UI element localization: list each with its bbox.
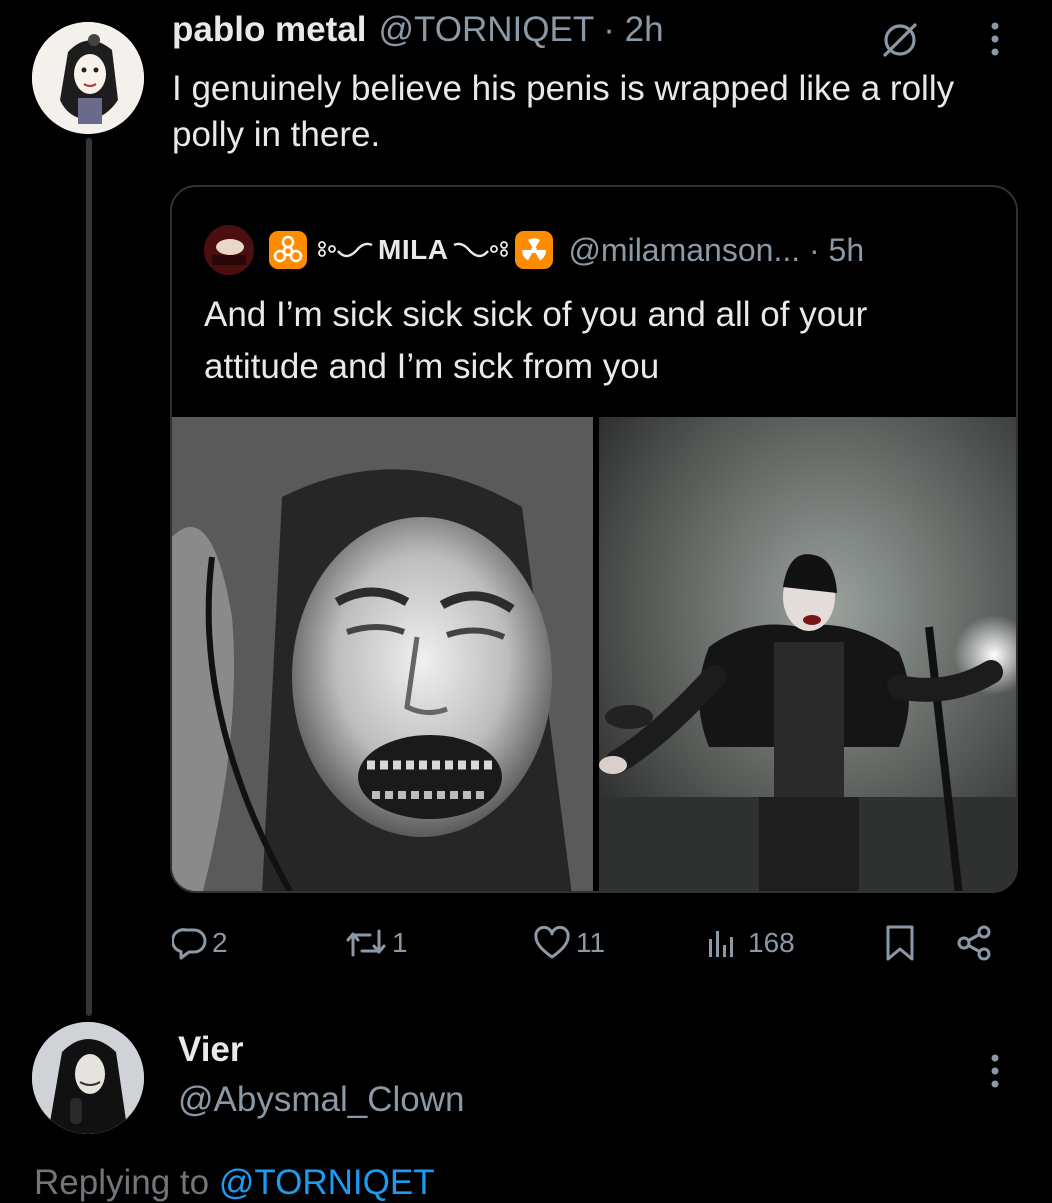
post-actions: 2 1 11 168 xyxy=(172,918,1008,968)
reply-author-name[interactable]: Vier xyxy=(178,1030,244,1070)
author-name[interactable]: pablo metal xyxy=(172,10,366,50)
repost-count: 1 xyxy=(392,927,408,958)
author-avatar[interactable] xyxy=(32,22,144,134)
reply-button[interactable]: 2 xyxy=(172,918,228,968)
more-options-icon[interactable] xyxy=(980,14,1010,64)
reply-icon xyxy=(172,928,207,960)
like-button[interactable]: 11 xyxy=(532,918,605,968)
quoted-avatar[interactable] xyxy=(204,225,254,275)
quoted-post-card[interactable]: MILA @milamanson... · 5h And I’m sick si… xyxy=(170,185,1018,893)
reply-more-options-icon[interactable] xyxy=(980,1046,1010,1096)
like-count: 11 xyxy=(576,927,606,958)
replying-to-label: Replying to xyxy=(34,1163,210,1202)
quoted-handle-time[interactable]: @milamanson... · 5h xyxy=(568,232,864,269)
repost-button[interactable]: 1 xyxy=(344,918,408,968)
quoted-post-text: And I’m sick sick sick of you and all of… xyxy=(204,295,868,386)
replying-to-handle[interactable]: @TORNIQET xyxy=(219,1163,435,1202)
ornament-right-icon xyxy=(452,235,512,265)
ornament-left-icon xyxy=(314,235,374,265)
thread-line xyxy=(86,138,92,1016)
share-icon xyxy=(957,925,991,961)
quoted-image-right[interactable] xyxy=(599,417,1016,891)
reply-author-handle[interactable]: @Abysmal_Clown xyxy=(178,1080,464,1120)
bookmark-button[interactable] xyxy=(882,918,918,968)
quoted-author-name[interactable]: MILA xyxy=(378,234,448,266)
heart-icon xyxy=(534,925,570,959)
reply-count: 2 xyxy=(212,927,228,958)
author-handle-time[interactable]: @TORNIQET · 2h xyxy=(378,10,663,50)
radioactive-icon xyxy=(514,230,554,270)
quoted-image-left[interactable] xyxy=(172,417,593,891)
replying-to-line: Replying to @TORNIQET xyxy=(34,1163,435,1203)
share-button[interactable] xyxy=(954,918,994,968)
grok-icon[interactable] xyxy=(874,18,926,62)
views-button[interactable]: 168 xyxy=(704,918,795,968)
biohazard-icon xyxy=(268,230,308,270)
views-icon xyxy=(709,931,733,957)
view-count: 168 xyxy=(748,927,795,958)
quoted-post-header: MILA @milamanson... · 5h xyxy=(204,225,864,275)
post-header: pablo metal @TORNIQET · 2h xyxy=(172,10,664,56)
repost-icon xyxy=(346,929,386,957)
reply-avatar[interactable] xyxy=(32,1022,144,1134)
bookmark-icon xyxy=(886,925,914,961)
post-text: I genuinely believe his penis is wrapped… xyxy=(172,69,955,154)
